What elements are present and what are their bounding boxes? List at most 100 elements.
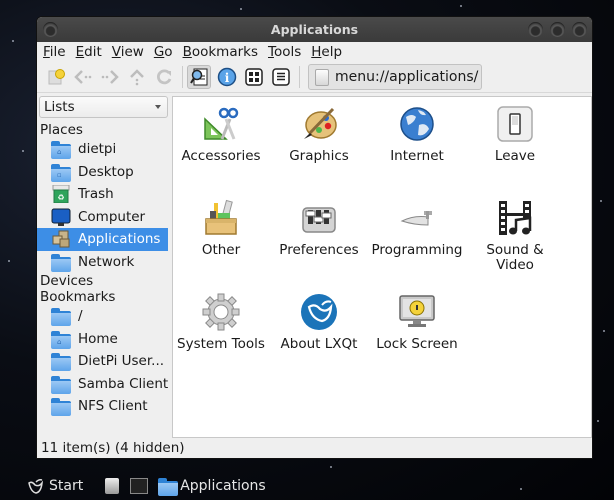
sidebar-item-desktop[interactable]: ▫ Desktop xyxy=(37,161,170,184)
app-label: Lock Screen xyxy=(376,336,458,352)
status-bar-text: 11 item(s) (4 hidden) xyxy=(41,440,185,456)
app-label: Graphics xyxy=(289,148,349,164)
app-label: Accessories xyxy=(181,148,261,164)
terminal-launcher-icon[interactable] xyxy=(130,478,149,494)
menu-tools[interactable]: Tools xyxy=(268,44,301,60)
toolbar-separator xyxy=(299,66,300,88)
taskbar-task-applications[interactable]: Applications xyxy=(158,477,266,496)
new-tab-icon xyxy=(48,69,65,85)
forward-button[interactable] xyxy=(99,66,121,88)
sidebar-item-trash[interactable]: ♻ Trash xyxy=(37,183,170,206)
list-view-button[interactable] xyxy=(270,66,292,88)
internet-icon xyxy=(398,105,436,143)
app-about-lxqt[interactable]: About LXQt xyxy=(271,293,367,352)
sidebar-item-label: Computer xyxy=(78,208,146,225)
app-sound-video[interactable]: Sound & Video xyxy=(467,199,563,273)
bookmarks-header[interactable]: Bookmarks xyxy=(37,289,170,305)
address-text: menu://applications/ xyxy=(335,69,479,85)
app-preferences[interactable]: Preferences xyxy=(271,199,367,258)
app-internet[interactable]: Internet xyxy=(369,105,465,164)
app-label: Leave xyxy=(494,148,536,164)
info-button[interactable]: i xyxy=(216,66,238,88)
svg-text:i: i xyxy=(225,71,230,85)
folder-view[interactable]: Accessories Graphics Internet Leave Othe… xyxy=(172,96,592,438)
sidebar-item-applications[interactable]: Applications xyxy=(37,228,168,251)
detailed-view-icon xyxy=(190,68,208,86)
taskbar: Start Applications xyxy=(0,472,614,500)
app-label: Internet xyxy=(390,148,444,164)
info-icon: i xyxy=(217,67,237,87)
bookmark-item-samba-client[interactable]: Samba Client xyxy=(37,373,170,396)
folder-icon xyxy=(51,375,71,394)
home-folder-icon: ⌂ xyxy=(51,330,71,349)
task-label: Applications xyxy=(180,478,266,494)
app-lock-screen[interactable]: Lock Screen xyxy=(369,293,465,352)
graphics-icon xyxy=(300,105,338,143)
sidebar-item-computer[interactable]: Computer xyxy=(37,206,170,229)
chevron-down-icon xyxy=(155,105,161,109)
menu-view[interactable]: View xyxy=(112,44,144,60)
app-accessories[interactable]: Accessories xyxy=(173,105,269,164)
close-button[interactable] xyxy=(572,22,587,37)
app-label: Preferences xyxy=(279,242,359,258)
icon-view-icon xyxy=(245,68,263,86)
app-label: System Tools xyxy=(177,336,265,352)
location-icon xyxy=(315,68,329,86)
menu-go[interactable]: Go xyxy=(154,44,173,60)
file-manager-launcher-icon[interactable] xyxy=(105,478,120,494)
window-title: Applications xyxy=(270,22,359,37)
back-button[interactable] xyxy=(72,66,94,88)
minimize-button[interactable] xyxy=(528,22,543,37)
icon-view-button[interactable] xyxy=(243,66,265,88)
accessories-icon xyxy=(202,105,240,143)
folder-icon xyxy=(51,397,71,417)
bookmark-item-root[interactable]: / xyxy=(37,305,170,328)
side-pane-mode-select[interactable]: Lists xyxy=(39,96,168,118)
new-tab-button[interactable] xyxy=(45,66,67,88)
app-system-tools[interactable]: System Tools xyxy=(173,293,269,352)
file-manager-window: Applications File Edit View Go Bookmarks… xyxy=(37,17,592,458)
list-view-icon xyxy=(272,68,290,86)
bookmark-label: Home xyxy=(78,330,118,347)
bookmark-item-nfs-client[interactable]: NFS Client xyxy=(37,395,170,418)
other-icon xyxy=(202,199,240,237)
svg-text:♻: ♻ xyxy=(57,193,64,202)
sidebar-item-dietpi[interactable]: ⌂ dietpi xyxy=(37,138,170,161)
side-pane: Lists Places ⌂ dietpi ▫ Desktop ♻ Trash … xyxy=(37,93,170,436)
bookmark-item-dietpi-user[interactable]: DietPi User... xyxy=(37,350,170,373)
folder-icon xyxy=(51,352,71,372)
folder-icon xyxy=(51,307,71,327)
maximize-button[interactable] xyxy=(550,22,565,37)
places-header[interactable]: Places xyxy=(37,122,170,138)
app-programming[interactable]: Programming xyxy=(369,199,465,258)
programming-icon xyxy=(398,199,436,237)
folder-icon xyxy=(158,477,179,496)
toolbar: i menu://applications/ xyxy=(37,62,592,93)
app-other[interactable]: Other xyxy=(173,199,269,258)
start-button[interactable]: Start xyxy=(26,477,83,495)
menu-bookmarks[interactable]: Bookmarks xyxy=(183,44,258,60)
app-label: About LXQt xyxy=(280,336,358,352)
forward-icon xyxy=(101,70,119,84)
lxqt-logo-icon xyxy=(28,479,44,494)
toolbar-separator xyxy=(182,66,183,88)
menu-file[interactable]: File xyxy=(43,44,66,60)
lock-screen-icon xyxy=(398,293,436,331)
detailed-view-button[interactable] xyxy=(187,65,211,89)
sound-video-icon xyxy=(496,199,534,237)
network-folder-icon xyxy=(51,253,71,272)
sidebar-item-network[interactable]: Network xyxy=(37,251,170,274)
home-folder-icon: ⌂ xyxy=(51,140,71,160)
menu-edit[interactable]: Edit xyxy=(76,44,102,60)
app-leave[interactable]: Leave xyxy=(467,105,563,164)
app-graphics[interactable]: Graphics xyxy=(271,105,367,164)
back-icon xyxy=(74,70,92,84)
title-bar[interactable]: Applications xyxy=(37,17,592,42)
reload-button[interactable] xyxy=(153,66,175,88)
menu-help[interactable]: Help xyxy=(311,44,342,60)
desktop-folder-icon: ▫ xyxy=(51,163,71,182)
up-button[interactable] xyxy=(126,66,148,88)
devices-header[interactable]: Devices xyxy=(37,273,170,289)
bookmark-item-home[interactable]: ⌂ Home xyxy=(37,328,170,351)
address-bar[interactable]: menu://applications/ xyxy=(308,64,482,90)
